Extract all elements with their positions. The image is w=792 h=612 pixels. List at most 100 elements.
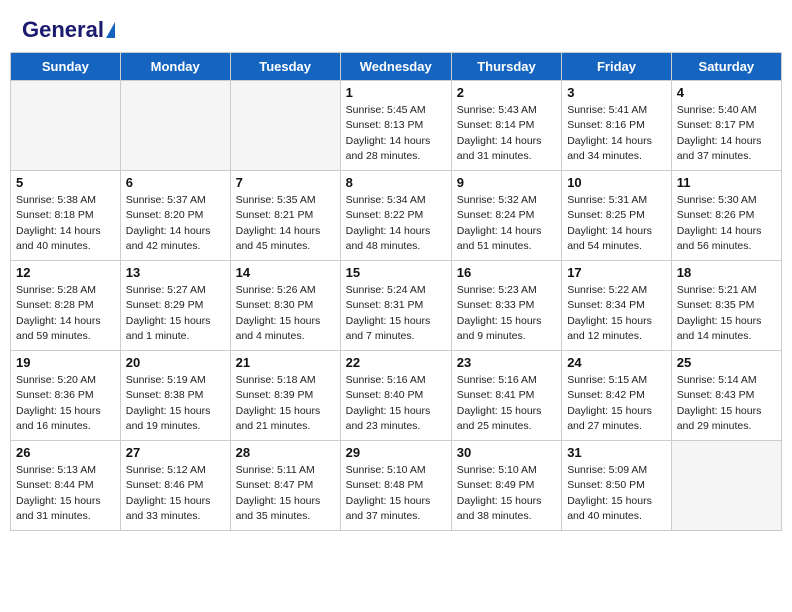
day-number: 30	[457, 445, 556, 460]
weekday-header-wednesday: Wednesday	[340, 53, 451, 81]
day-number: 31	[567, 445, 666, 460]
week-row-1: 1 Sunrise: 5:45 AMSunset: 8:13 PMDaylight…	[11, 81, 782, 171]
calendar-cell-5-7	[671, 441, 781, 531]
calendar-cell-3-6: 17 Sunrise: 5:22 AMSunset: 8:34 PMDayligh…	[562, 261, 672, 351]
logo: General	[22, 18, 115, 42]
day-number: 28	[236, 445, 335, 460]
day-number: 13	[126, 265, 225, 280]
day-info: Sunrise: 5:11 AMSunset: 8:47 PMDaylight:…	[236, 463, 335, 524]
day-info: Sunrise: 5:34 AMSunset: 8:22 PMDaylight:…	[346, 193, 446, 254]
calendar-cell-1-1	[11, 81, 121, 171]
day-info: Sunrise: 5:16 AMSunset: 8:41 PMDaylight:…	[457, 373, 556, 434]
calendar-cell-2-5: 9 Sunrise: 5:32 AMSunset: 8:24 PMDaylight…	[451, 171, 561, 261]
day-info: Sunrise: 5:27 AMSunset: 8:29 PMDaylight:…	[126, 283, 225, 344]
week-row-5: 26 Sunrise: 5:13 AMSunset: 8:44 PMDayligh…	[11, 441, 782, 531]
day-info: Sunrise: 5:40 AMSunset: 8:17 PMDaylight:…	[677, 103, 776, 164]
day-number: 9	[457, 175, 556, 190]
day-number: 5	[16, 175, 115, 190]
day-number: 3	[567, 85, 666, 100]
calendar-cell-2-1: 5 Sunrise: 5:38 AMSunset: 8:18 PMDaylight…	[11, 171, 121, 261]
calendar-cell-1-3	[230, 81, 340, 171]
calendar-cell-3-4: 15Sunrise: 5:24 AMSunset: 8:31 PMDayligh…	[340, 261, 451, 351]
calendar-cell-5-2: 27 Sunrise: 5:12 AMSunset: 8:46 PMDayligh…	[120, 441, 230, 531]
calendar-cell-3-5: 16 Sunrise: 5:23 AMSunset: 8:33 PMDayligh…	[451, 261, 561, 351]
day-number: 2	[457, 85, 556, 100]
weekday-header-friday: Friday	[562, 53, 672, 81]
day-info: Sunrise: 5:19 AMSunset: 8:38 PMDaylight:…	[126, 373, 225, 434]
calendar-cell-1-5: 2Sunrise: 5:43 AMSunset: 8:14 PMDaylight…	[451, 81, 561, 171]
calendar-cell-1-4: 1 Sunrise: 5:45 AMSunset: 8:13 PMDaylight…	[340, 81, 451, 171]
logo-text-general: General	[22, 18, 104, 42]
day-info: Sunrise: 5:41 AMSunset: 8:16 PMDaylight:…	[567, 103, 666, 164]
day-number: 1	[346, 85, 446, 100]
day-info: Sunrise: 5:23 AMSunset: 8:33 PMDaylight:…	[457, 283, 556, 344]
calendar-cell-1-7: 4 Sunrise: 5:40 AMSunset: 8:17 PMDaylight…	[671, 81, 781, 171]
day-number: 14	[236, 265, 335, 280]
day-info: Sunrise: 5:35 AMSunset: 8:21 PMDaylight:…	[236, 193, 335, 254]
day-info: Sunrise: 5:37 AMSunset: 8:20 PMDaylight:…	[126, 193, 225, 254]
day-info: Sunrise: 5:14 AMSunset: 8:43 PMDaylight:…	[677, 373, 776, 434]
weekday-header-monday: Monday	[120, 53, 230, 81]
calendar-cell-1-6: 3 Sunrise: 5:41 AMSunset: 8:16 PMDaylight…	[562, 81, 672, 171]
week-row-2: 5 Sunrise: 5:38 AMSunset: 8:18 PMDaylight…	[11, 171, 782, 261]
day-info: Sunrise: 5:22 AMSunset: 8:34 PMDaylight:…	[567, 283, 666, 344]
day-info: Sunrise: 5:10 AMSunset: 8:49 PMDaylight:…	[457, 463, 556, 524]
day-number: 8	[346, 175, 446, 190]
day-info: Sunrise: 5:16 AMSunset: 8:40 PMDaylight:…	[346, 373, 446, 434]
day-info: Sunrise: 5:45 AMSunset: 8:13 PMDaylight:…	[346, 103, 446, 164]
calendar-cell-4-5: 23 Sunrise: 5:16 AMSunset: 8:41 PMDayligh…	[451, 351, 561, 441]
day-number: 16	[457, 265, 556, 280]
calendar-cell-5-5: 30 Sunrise: 5:10 AMSunset: 8:49 PMDayligh…	[451, 441, 561, 531]
day-number: 29	[346, 445, 446, 460]
day-info: Sunrise: 5:28 AMSunset: 8:28 PMDaylight:…	[16, 283, 115, 344]
calendar-cell-4-7: 25 Sunrise: 5:14 AMSunset: 8:43 PMDayligh…	[671, 351, 781, 441]
calendar-cell-2-6: 10 Sunrise: 5:31 AMSunset: 8:25 PMDayligh…	[562, 171, 672, 261]
calendar-cell-3-7: 18 Sunrise: 5:21 AMSunset: 8:35 PMDayligh…	[671, 261, 781, 351]
day-number: 21	[236, 355, 335, 370]
calendar-cell-2-2: 6Sunrise: 5:37 AMSunset: 8:20 PMDaylight…	[120, 171, 230, 261]
week-row-3: 12Sunrise: 5:28 AMSunset: 8:28 PMDayligh…	[11, 261, 782, 351]
weekday-header-thursday: Thursday	[451, 53, 561, 81]
day-number: 25	[677, 355, 776, 370]
calendar-cell-3-1: 12Sunrise: 5:28 AMSunset: 8:28 PMDayligh…	[11, 261, 121, 351]
day-number: 10	[567, 175, 666, 190]
calendar-cell-5-1: 26 Sunrise: 5:13 AMSunset: 8:44 PMDayligh…	[11, 441, 121, 531]
day-info: Sunrise: 5:18 AMSunset: 8:39 PMDaylight:…	[236, 373, 335, 434]
day-info: Sunrise: 5:13 AMSunset: 8:44 PMDaylight:…	[16, 463, 115, 524]
day-info: Sunrise: 5:21 AMSunset: 8:35 PMDaylight:…	[677, 283, 776, 344]
day-number: 17	[567, 265, 666, 280]
day-number: 26	[16, 445, 115, 460]
weekday-header-tuesday: Tuesday	[230, 53, 340, 81]
logo-triangle-icon	[106, 22, 115, 38]
calendar-cell-4-4: 22 Sunrise: 5:16 AMSunset: 8:40 PMDayligh…	[340, 351, 451, 441]
day-info: Sunrise: 5:10 AMSunset: 8:48 PMDaylight:…	[346, 463, 446, 524]
weekday-header-saturday: Saturday	[671, 53, 781, 81]
day-info: Sunrise: 5:20 AMSunset: 8:36 PMDaylight:…	[16, 373, 115, 434]
day-number: 19	[16, 355, 115, 370]
day-info: Sunrise: 5:32 AMSunset: 8:24 PMDaylight:…	[457, 193, 556, 254]
day-info: Sunrise: 5:31 AMSunset: 8:25 PMDaylight:…	[567, 193, 666, 254]
week-row-4: 19 Sunrise: 5:20 AMSunset: 8:36 PMDayligh…	[11, 351, 782, 441]
page-header: General	[10, 10, 782, 46]
day-info: Sunrise: 5:12 AMSunset: 8:46 PMDaylight:…	[126, 463, 225, 524]
day-info: Sunrise: 5:38 AMSunset: 8:18 PMDaylight:…	[16, 193, 115, 254]
day-info: Sunrise: 5:26 AMSunset: 8:30 PMDaylight:…	[236, 283, 335, 344]
day-info: Sunrise: 5:30 AMSunset: 8:26 PMDaylight:…	[677, 193, 776, 254]
day-number: 11	[677, 175, 776, 190]
calendar-cell-2-3: 7Sunrise: 5:35 AMSunset: 8:21 PMDaylight…	[230, 171, 340, 261]
day-number: 18	[677, 265, 776, 280]
day-number: 27	[126, 445, 225, 460]
calendar-cell-4-2: 20Sunrise: 5:19 AMSunset: 8:38 PMDayligh…	[120, 351, 230, 441]
calendar-cell-5-6: 31 Sunrise: 5:09 AMSunset: 8:50 PMDayligh…	[562, 441, 672, 531]
day-number: 15	[346, 265, 446, 280]
calendar-table: SundayMondayTuesdayWednesdayThursdayFrid…	[10, 52, 782, 531]
day-info: Sunrise: 5:09 AMSunset: 8:50 PMDaylight:…	[567, 463, 666, 524]
day-number: 4	[677, 85, 776, 100]
calendar-cell-4-3: 21 Sunrise: 5:18 AMSunset: 8:39 PMDayligh…	[230, 351, 340, 441]
calendar-cell-4-6: 24Sunrise: 5:15 AMSunset: 8:42 PMDayligh…	[562, 351, 672, 441]
day-number: 22	[346, 355, 446, 370]
calendar-cell-5-4: 29 Sunrise: 5:10 AMSunset: 8:48 PMDayligh…	[340, 441, 451, 531]
day-number: 23	[457, 355, 556, 370]
calendar-cell-2-4: 8 Sunrise: 5:34 AMSunset: 8:22 PMDaylight…	[340, 171, 451, 261]
calendar-cell-3-2: 13 Sunrise: 5:27 AMSunset: 8:29 PMDayligh…	[120, 261, 230, 351]
